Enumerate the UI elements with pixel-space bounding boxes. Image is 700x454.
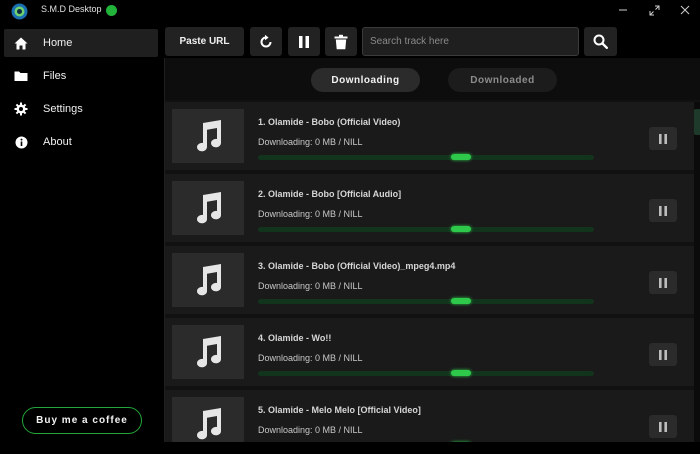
gear-icon <box>14 102 28 116</box>
thumbnail <box>172 397 244 442</box>
progress-indicator <box>451 298 471 304</box>
search-button[interactable] <box>584 27 617 56</box>
info-icon <box>14 135 28 149</box>
pause-icon <box>659 277 667 288</box>
progress-bar <box>258 298 594 304</box>
list-item: 1. Olamide - Bobo (Official Video) Downl… <box>165 102 695 170</box>
delete-button[interactable] <box>325 27 357 56</box>
thumbnail <box>172 253 244 307</box>
track-status: Downloading: 0 MB / NILL <box>258 425 363 435</box>
sidebar-item-files[interactable]: Files <box>4 62 158 90</box>
track-pause-button[interactable] <box>649 415 677 438</box>
pause-icon <box>659 421 667 432</box>
music-note-icon <box>197 192 222 224</box>
pause-all-button[interactable] <box>288 27 320 56</box>
progress-indicator <box>451 226 471 232</box>
music-note-icon <box>197 408 222 440</box>
sidebar-item-settings[interactable]: Settings <box>4 95 158 123</box>
track-status: Downloading: 0 MB / NILL <box>258 281 363 291</box>
scrollbar[interactable] <box>694 102 700 442</box>
sidebar-item-about[interactable]: About <box>4 128 158 156</box>
refresh-button[interactable] <box>250 27 282 56</box>
buy-me-a-coffee-button[interactable]: Buy me a coffee <box>22 407 142 434</box>
home-icon <box>14 36 28 50</box>
tab-bar: Downloading Downloaded <box>165 58 700 100</box>
list-item: 3. Olamide - Bobo (Official Video)_mpeg4… <box>165 246 695 314</box>
track-status: Downloading: 0 MB / NILL <box>258 209 363 219</box>
folder-icon <box>14 69 28 83</box>
trash-icon <box>334 34 348 49</box>
sidebar: Home Files Settings About Buy me a coffe… <box>0 22 164 454</box>
track-title: 2. Olamide - Bobo [Official Audio] <box>258 189 402 199</box>
tab-downloaded[interactable]: Downloaded <box>448 68 557 92</box>
sidebar-item-label: Home <box>43 37 73 49</box>
progress-indicator <box>451 154 471 160</box>
pause-icon <box>659 205 667 216</box>
close-button[interactable] <box>670 0 700 20</box>
track-title: 3. Olamide - Bobo (Official Video)_mpeg4… <box>258 261 456 271</box>
track-pause-button[interactable] <box>649 271 677 294</box>
pause-icon <box>659 349 667 360</box>
sidebar-item-label: About <box>43 136 72 148</box>
maximize-button[interactable] <box>639 0 669 20</box>
main-panel: Downloading Downloaded 1. Olamide - Bobo… <box>164 58 700 442</box>
search-input[interactable] <box>362 27 579 56</box>
maximize-icon <box>649 5 659 15</box>
track-title: 5. Olamide - Melo Melo [Official Video] <box>258 405 421 415</box>
track-title: 1. Olamide - Bobo (Official Video) <box>258 117 401 127</box>
track-pause-button[interactable] <box>649 199 677 222</box>
sidebar-item-home[interactable]: Home <box>4 29 158 57</box>
sidebar-item-label: Files <box>43 70 67 82</box>
music-note-icon <box>197 336 222 368</box>
window-title: S.M.D Desktop <box>41 4 102 14</box>
track-pause-button[interactable] <box>649 343 677 366</box>
progress-bar <box>258 370 594 376</box>
thumbnail <box>172 181 244 235</box>
music-note-icon <box>197 120 222 152</box>
progress-indicator <box>451 370 471 376</box>
app-logo-icon <box>11 3 28 20</box>
minimize-button[interactable] <box>608 0 638 20</box>
progress-bar <box>258 226 594 232</box>
minimize-icon <box>619 9 627 11</box>
list-item: 2. Olamide - Bobo [Official Audio] Downl… <box>165 174 695 242</box>
bottom-strip <box>0 442 700 454</box>
tab-downloading[interactable]: Downloading <box>311 68 420 92</box>
progress-bar <box>258 154 594 160</box>
track-title: 4. Olamide - Wo!! <box>258 333 332 343</box>
music-note-icon <box>197 264 222 296</box>
thumbnail <box>172 109 244 163</box>
list-item: 4. Olamide - Wo!! Downloading: 0 MB / NI… <box>165 318 695 386</box>
scrollbar-thumb[interactable] <box>694 109 700 135</box>
pause-icon <box>659 133 667 144</box>
track-pause-button[interactable] <box>649 127 677 150</box>
search-icon <box>593 34 608 49</box>
track-status: Downloading: 0 MB / NILL <box>258 353 363 363</box>
track-status: Downloading: 0 MB / NILL <box>258 137 363 147</box>
app-window: S.M.D Desktop Home Files Settings About … <box>0 0 700 454</box>
status-dot-icon <box>106 5 117 16</box>
refresh-icon <box>260 34 272 47</box>
download-list: 1. Olamide - Bobo (Official Video) Downl… <box>165 102 695 442</box>
sidebar-item-label: Settings <box>43 103 83 115</box>
title-bar: S.M.D Desktop <box>0 0 700 22</box>
pause-icon <box>299 35 309 48</box>
thumbnail <box>172 325 244 379</box>
close-icon <box>680 5 690 15</box>
paste-url-button[interactable]: Paste URL <box>165 27 244 56</box>
list-item: 5. Olamide - Melo Melo [Official Video] … <box>165 390 695 442</box>
